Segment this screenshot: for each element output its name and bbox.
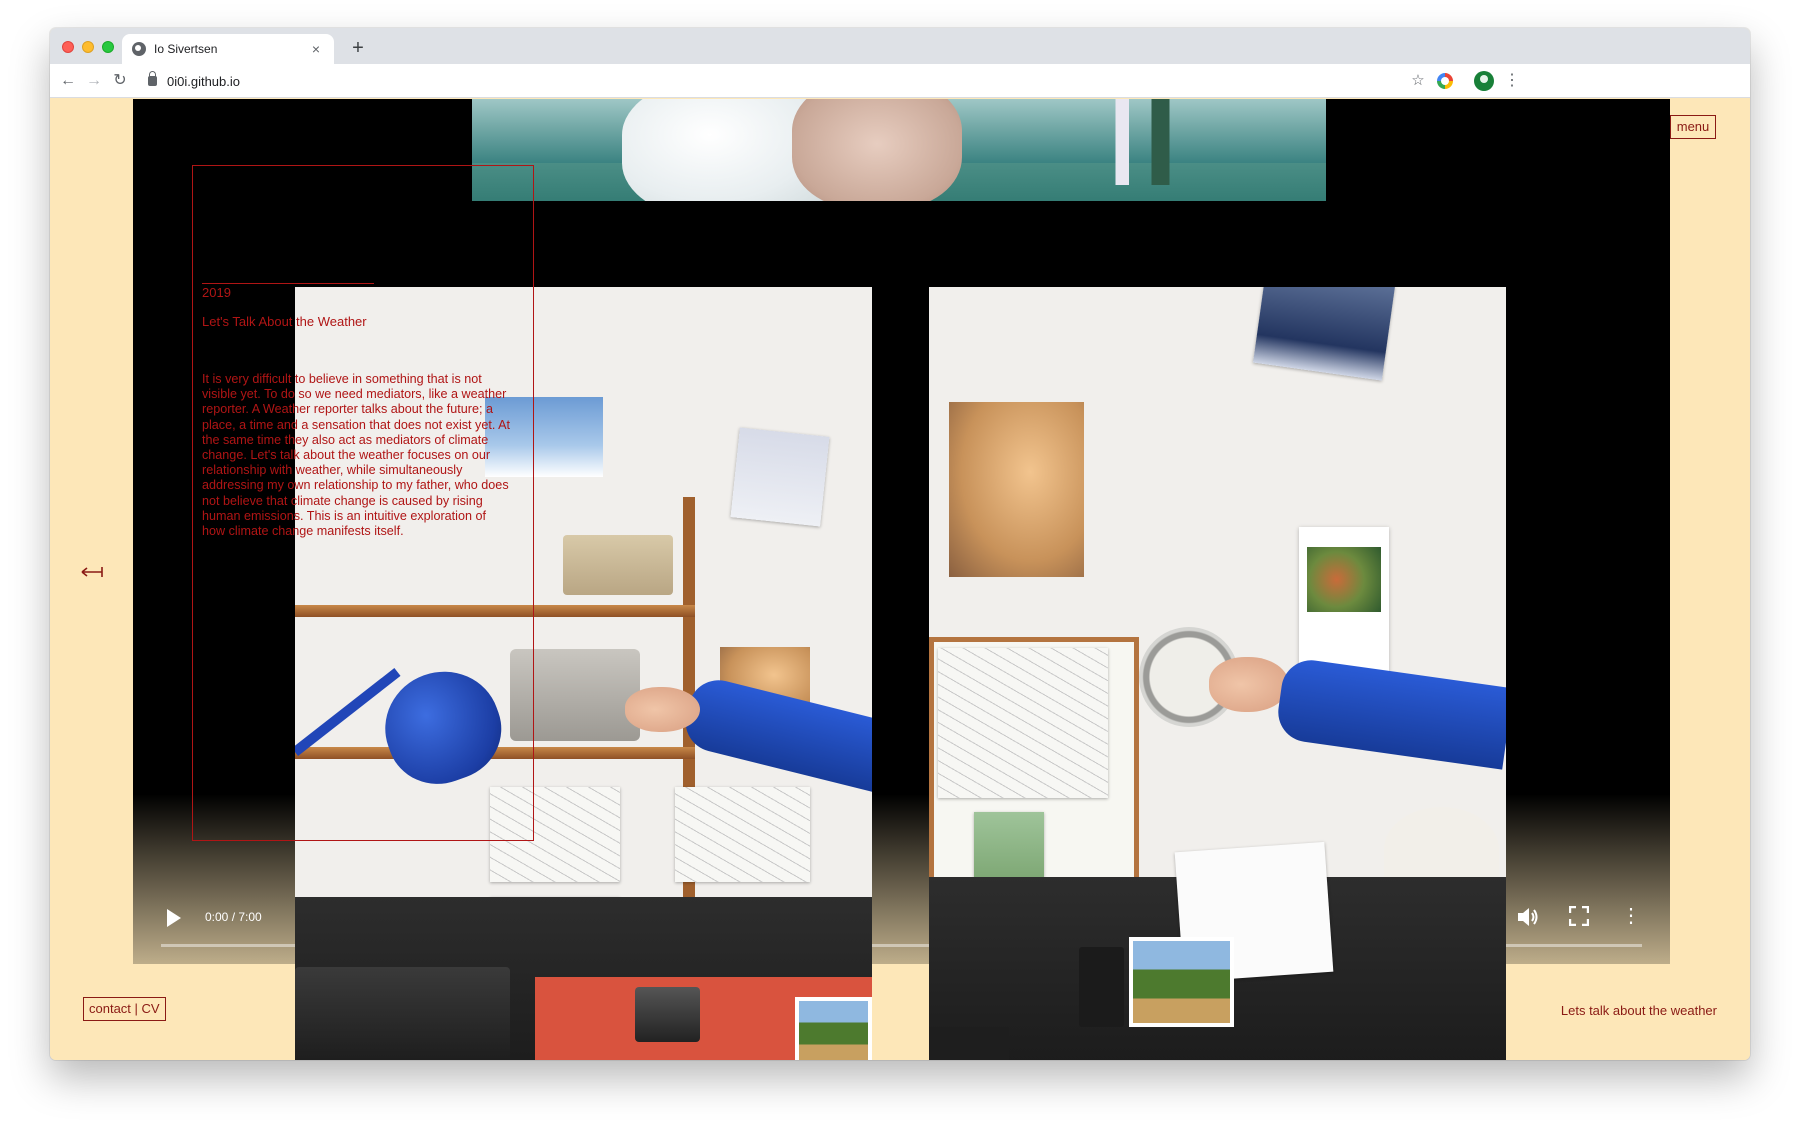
arrow-right-icon[interactable]: → [82,69,106,93]
left-arrow-bar-icon [81,567,103,577]
close-window-button[interactable] [62,41,74,53]
contact-link[interactable]: contact [89,998,131,1020]
tab-title: Io Sivertsen [154,42,218,56]
reload-icon[interactable]: ↻ [108,69,132,93]
contact-cv-links: contact | CV [83,997,166,1021]
project-year: 2019 [202,285,231,300]
close-tab-icon[interactable]: × [308,41,324,57]
cv-link[interactable]: CV [142,998,160,1020]
play-icon[interactable] [167,909,181,927]
url-text: 0i0i.github.io [167,73,240,89]
project-description: It is very difficult to believe in somet… [202,372,511,539]
fullscreen-icon[interactable] [1569,906,1589,926]
maximize-window-button[interactable] [102,41,114,53]
link-separator: | [130,1001,142,1016]
star-icon[interactable]: ☆ [1406,69,1430,93]
page-viewport: and he 0:00 / 7:00 ⋮ [50,99,1750,1060]
browser-window: Io Sivertsen × + ← → ↻ 0i0i.github.io ☆ … [50,28,1750,1060]
arrow-left-icon[interactable]: ← [56,69,80,93]
globe-icon [132,42,146,56]
project-caption: Lets talk about the weather [1560,1003,1717,1018]
lock-icon [148,71,157,86]
video-time-display: 0:00 / 7:00 [205,910,262,924]
address-bar[interactable]: 0i0i.github.io [138,68,1538,94]
project-info-divider [202,283,374,284]
previous-project-arrow-icon[interactable] [80,565,104,579]
project-image-barometer [929,287,1506,1060]
menu-button[interactable]: menu [1670,115,1716,139]
more-options-icon[interactable]: ⋮ [1621,903,1641,929]
browser-toolbar: ← → ↻ 0i0i.github.io ☆ ⋮ [50,64,1750,98]
chrome-extension-icon[interactable] [1437,73,1453,89]
minimize-window-button[interactable] [82,41,94,53]
kebab-menu-icon[interactable]: ⋮ [1502,69,1522,93]
tab-strip: Io Sivertsen × + [50,28,1750,64]
new-tab-button[interactable]: + [346,36,370,60]
project-image-beach [472,99,1326,201]
profile-icon[interactable] [1474,71,1494,91]
volume-icon[interactable] [1515,904,1541,930]
project-title: Let's Talk About the Weather [202,314,367,329]
tab-io-sivertsen[interactable]: Io Sivertsen × [122,34,334,64]
